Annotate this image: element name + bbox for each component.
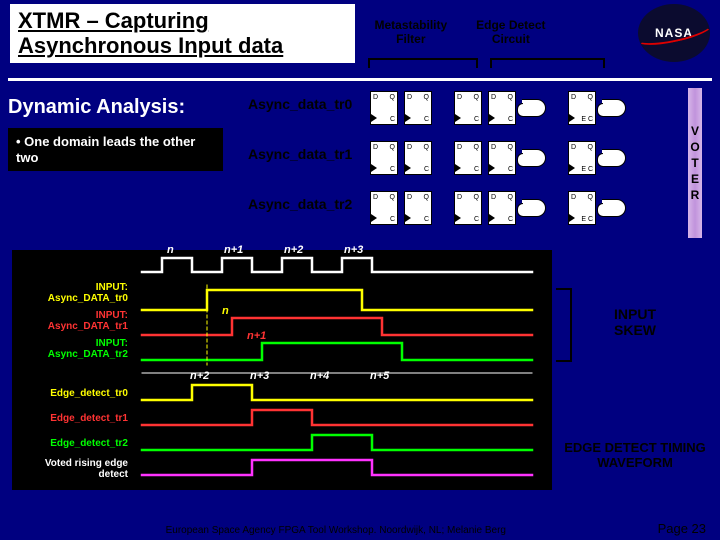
et1: n+3: [250, 370, 269, 382]
circuit-row-0: DQC DQC DQC DQC DQE C: [370, 88, 680, 128]
brace-metastability: [368, 58, 478, 66]
flipflop-icon: DQC: [404, 191, 432, 225]
flipflop-icon: DQC: [488, 91, 516, 125]
edge-label-2: Edge_detect_tr2: [18, 438, 128, 449]
metastability-label: Metastability Filter: [374, 18, 447, 46]
dynamic-analysis-heading: Dynamic Analysis:: [8, 96, 185, 119]
brace-edge: [490, 58, 605, 66]
clk-n3: n+3: [344, 244, 363, 256]
flipflop-icon: DQC: [488, 141, 516, 175]
voter-block: VOTER: [688, 88, 702, 238]
flipflop-icon: DQE C: [568, 191, 596, 225]
et3: n+5: [370, 370, 389, 382]
clk-n: n: [167, 244, 174, 256]
lane-label-2: Async_data_tr2: [248, 196, 352, 212]
or-gate-icon: [602, 149, 626, 167]
flipflop-icon: DQC: [370, 91, 398, 125]
voted-label: Voted rising edge detect: [18, 458, 128, 480]
edge-detect-label: Edge Detect Circuit: [476, 18, 545, 46]
timing-diagram: n n+1 n+2 n+3 n n+1 n+2 n+3 n+4 n+5 INPU…: [12, 250, 552, 490]
edge-label-0: Edge_detect_tr0: [18, 388, 128, 399]
title-underline: [8, 78, 712, 81]
flipflop-icon: DQC: [454, 91, 482, 125]
and-gate-icon: [522, 199, 546, 217]
clk-n1: n+1: [224, 244, 243, 256]
page-number: Page 23: [658, 521, 706, 536]
flipflop-icon: DQC: [370, 191, 398, 225]
nasa-logo: NASA: [638, 4, 710, 62]
edge-label-1: Edge_detect_tr1: [18, 413, 128, 424]
clk-n2: n+2: [284, 244, 303, 256]
bullet-point: • One domain leads the other two: [8, 128, 223, 171]
or-gate-icon: [602, 99, 626, 117]
flipflop-icon: DQC: [488, 191, 516, 225]
and-gate-icon: [522, 149, 546, 167]
or-gate-icon: [602, 199, 626, 217]
flipflop-icon: DQE C: [568, 91, 596, 125]
title-line1: XTMR – Capturing: [18, 8, 209, 33]
input-label-1: INPUT: Async_DATA_tr1: [18, 310, 128, 332]
title-line2: Asynchronous Input data: [18, 33, 283, 58]
flipflop-icon: DQC: [404, 91, 432, 125]
input-label-0: INPUT: Async_DATA_tr0: [18, 282, 128, 304]
input-label-2: INPUT: Async_DATA_tr2: [18, 338, 128, 360]
lane-label-1: Async_data_tr1: [248, 146, 352, 162]
circuit-row-2: DQC DQC DQC DQC DQE C: [370, 188, 680, 228]
lane-label-0: Async_data_tr0: [248, 96, 352, 112]
footer: European Space Agency FPGA Tool Workshop…: [0, 521, 720, 536]
flipflop-icon: DQC: [454, 191, 482, 225]
flipflop-icon: DQC: [404, 141, 432, 175]
flipflop-icon: DQE C: [568, 141, 596, 175]
flipflop-icon: DQC: [454, 141, 482, 175]
et0: n+2: [190, 370, 209, 382]
et2: n+4: [310, 370, 329, 382]
in1-tick: n: [222, 305, 229, 317]
slide-title: XTMR – Capturing Asynchronous Input data: [10, 4, 355, 63]
and-gate-icon: [522, 99, 546, 117]
block-labels: Metastability Filter Edge Detect Circuit: [360, 18, 560, 46]
input-skew-label: INPUT SKEW: [585, 306, 685, 338]
flipflop-icon: DQC: [370, 141, 398, 175]
in2-tick: n+1: [247, 330, 266, 342]
edge-waveform-label: EDGE DETECT TIMING WAVEFORM: [560, 440, 710, 470]
footer-text: European Space Agency FPGA Tool Workshop…: [166, 525, 506, 536]
brace-input-skew: [558, 288, 572, 362]
circuit-row-1: DQC DQC DQC DQC DQE C: [370, 138, 680, 178]
